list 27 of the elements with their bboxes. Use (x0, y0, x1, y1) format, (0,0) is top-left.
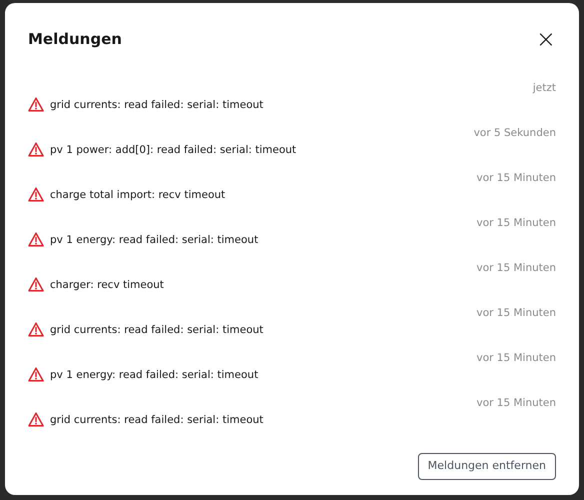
message-time: vor 15 Minuten (476, 261, 556, 275)
warning-icon (28, 277, 44, 292)
close-button[interactable]: × (536, 27, 556, 51)
message-text: pv 1 energy: read failed: serial: timeout (50, 232, 258, 246)
clear-messages-button[interactable]: Meldungen entfernen (418, 453, 556, 480)
message-text: charger: recv timeout (50, 278, 164, 292)
warning-icon (28, 187, 44, 202)
message-text: pv 1 energy: read failed: serial: timeout (50, 368, 258, 382)
message-time: vor 15 Minuten (476, 396, 556, 410)
warning-icon (28, 322, 44, 337)
warning-icon (28, 367, 44, 382)
message-time: vor 15 Minuten (476, 171, 556, 185)
message-time: jetzt (532, 81, 556, 95)
message-text: grid currents: read failed: serial: timeout (50, 98, 264, 112)
message-text: pv 1 power: add[0]: read failed: serial: timeout (50, 142, 296, 156)
dialog-title: Meldungen (28, 28, 122, 50)
message-time: vor 15 Minuten (476, 306, 556, 320)
warning-icon (28, 232, 44, 247)
message-time: vor 15 Minuten (476, 216, 556, 230)
message-text: grid currents: read failed: serial: timeout (50, 412, 264, 426)
warning-icon (28, 412, 44, 427)
message-time: vor 5 Sekunden (474, 126, 556, 140)
warning-icon (28, 97, 44, 112)
message-text: charge total import: recv timeout (50, 188, 226, 202)
warning-icon (28, 142, 44, 157)
message-time: vor 15 Minuten (476, 351, 556, 365)
message-text: grid currents: read failed: serial: timeout (50, 322, 264, 336)
